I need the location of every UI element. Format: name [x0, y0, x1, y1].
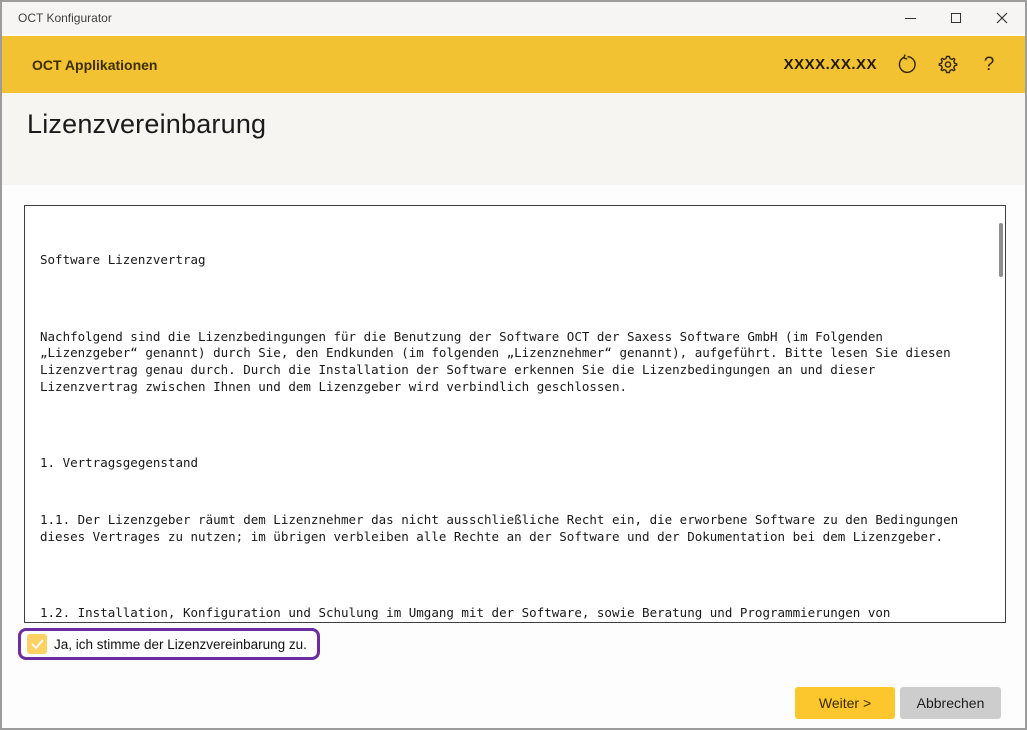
consent-checkbox-label[interactable]: Ja, ich stimme der Lizenzvereinbarung zu… [54, 637, 307, 652]
window-controls [887, 2, 1025, 34]
license-paragraph: Nachfolgend sind die Lizenzbedingungen f… [40, 329, 981, 396]
refresh-button[interactable] [896, 54, 918, 76]
page-title-section: Lizenzvereinbarung [2, 93, 1025, 185]
scrollbar-thumb[interactable] [999, 223, 1003, 277]
app-window: OCT Konfigurator OCT Applikationen XXXX.… [0, 0, 1027, 730]
checkmark-icon [31, 639, 44, 650]
maximize-button[interactable] [933, 2, 979, 34]
page-title: Lizenzvereinbarung [27, 109, 1025, 140]
consent-highlight-annotation[interactable]: Ja, ich stimme der Lizenzvereinbarung zu… [18, 628, 320, 660]
close-button[interactable] [979, 2, 1025, 34]
settings-button[interactable] [937, 54, 959, 76]
cancel-button[interactable]: Abbrechen [900, 687, 1001, 719]
question-mark-icon: ? [984, 54, 995, 76]
next-button[interactable]: Weiter > [795, 687, 895, 719]
consent-checkbox[interactable] [27, 634, 47, 654]
license-paragraph: Software Lizenzvertrag [40, 252, 981, 269]
version-label: XXXX.XX.XX [784, 56, 877, 73]
titlebar: OCT Konfigurator [2, 2, 1025, 34]
gear-icon [938, 55, 958, 75]
app-header: OCT Applikationen XXXX.XX.XX ? [2, 36, 1025, 93]
maximize-icon [951, 13, 961, 23]
help-button[interactable]: ? [978, 54, 1000, 76]
license-paragraph: 1.1. Der Lizenzgeber räumt dem Lizenzneh… [40, 512, 981, 545]
app-header-title: OCT Applikationen [32, 57, 157, 73]
close-icon [996, 12, 1008, 24]
license-text-box[interactable]: Software Lizenzvertrag Nachfolgend sind … [24, 205, 1006, 623]
license-section-heading: 1. Vertragsgegenstand [40, 455, 981, 472]
refresh-icon [897, 54, 918, 75]
header-right-group: XXXX.XX.XX ? [784, 36, 1000, 93]
minimize-button[interactable] [887, 2, 933, 34]
license-paragraph: 1.2. Installation, Konfiguration und Sch… [40, 605, 981, 623]
minimize-icon [905, 18, 916, 19]
window-title: OCT Konfigurator [18, 11, 112, 25]
